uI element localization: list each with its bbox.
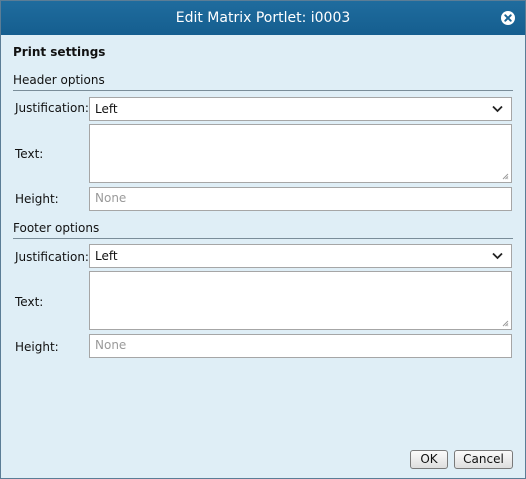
footer-text-area[interactable] (89, 271, 512, 330)
header-justification-select[interactable]: Left (89, 97, 512, 121)
footer-options-heading: Footer options (13, 221, 100, 235)
close-button[interactable] (501, 11, 515, 25)
dialog-titlebar[interactable]: Edit Matrix Portlet: i0003 (1, 1, 525, 35)
edit-matrix-portlet-dialog: Edit Matrix Portlet: i0003 Print setting… (0, 0, 526, 479)
header-height-field[interactable] (89, 187, 512, 211)
chevron-down-icon (492, 105, 503, 113)
footer-options-divider (13, 238, 513, 239)
footer-height-label: Height: (15, 340, 59, 354)
footer-justification-select[interactable]: Left (89, 244, 512, 268)
ok-button[interactable]: OK (410, 450, 448, 469)
header-justification-label: Justification: (15, 101, 89, 115)
header-options-heading: Header options (13, 73, 105, 87)
cancel-button[interactable]: Cancel (454, 450, 513, 469)
header-text-area[interactable] (89, 124, 512, 183)
footer-text-label: Text: (15, 295, 44, 309)
footer-justification-label: Justification: (15, 250, 89, 264)
header-options-divider (13, 90, 513, 91)
header-height-input[interactable] (90, 188, 505, 208)
print-settings-title: Print settings (13, 45, 106, 59)
resize-grip-icon[interactable] (502, 173, 509, 180)
header-height-label: Height: (15, 192, 59, 206)
dialog-title: Edit Matrix Portlet: i0003 (175, 10, 351, 26)
close-icon (504, 14, 512, 22)
footer-justification-value: Left (95, 249, 118, 263)
footer-height-input[interactable] (90, 335, 505, 355)
header-text-label: Text: (15, 147, 44, 161)
chevron-down-icon (492, 252, 503, 260)
header-justification-value: Left (95, 102, 118, 116)
resize-grip-icon[interactable] (502, 320, 509, 327)
footer-height-field[interactable] (89, 334, 512, 358)
